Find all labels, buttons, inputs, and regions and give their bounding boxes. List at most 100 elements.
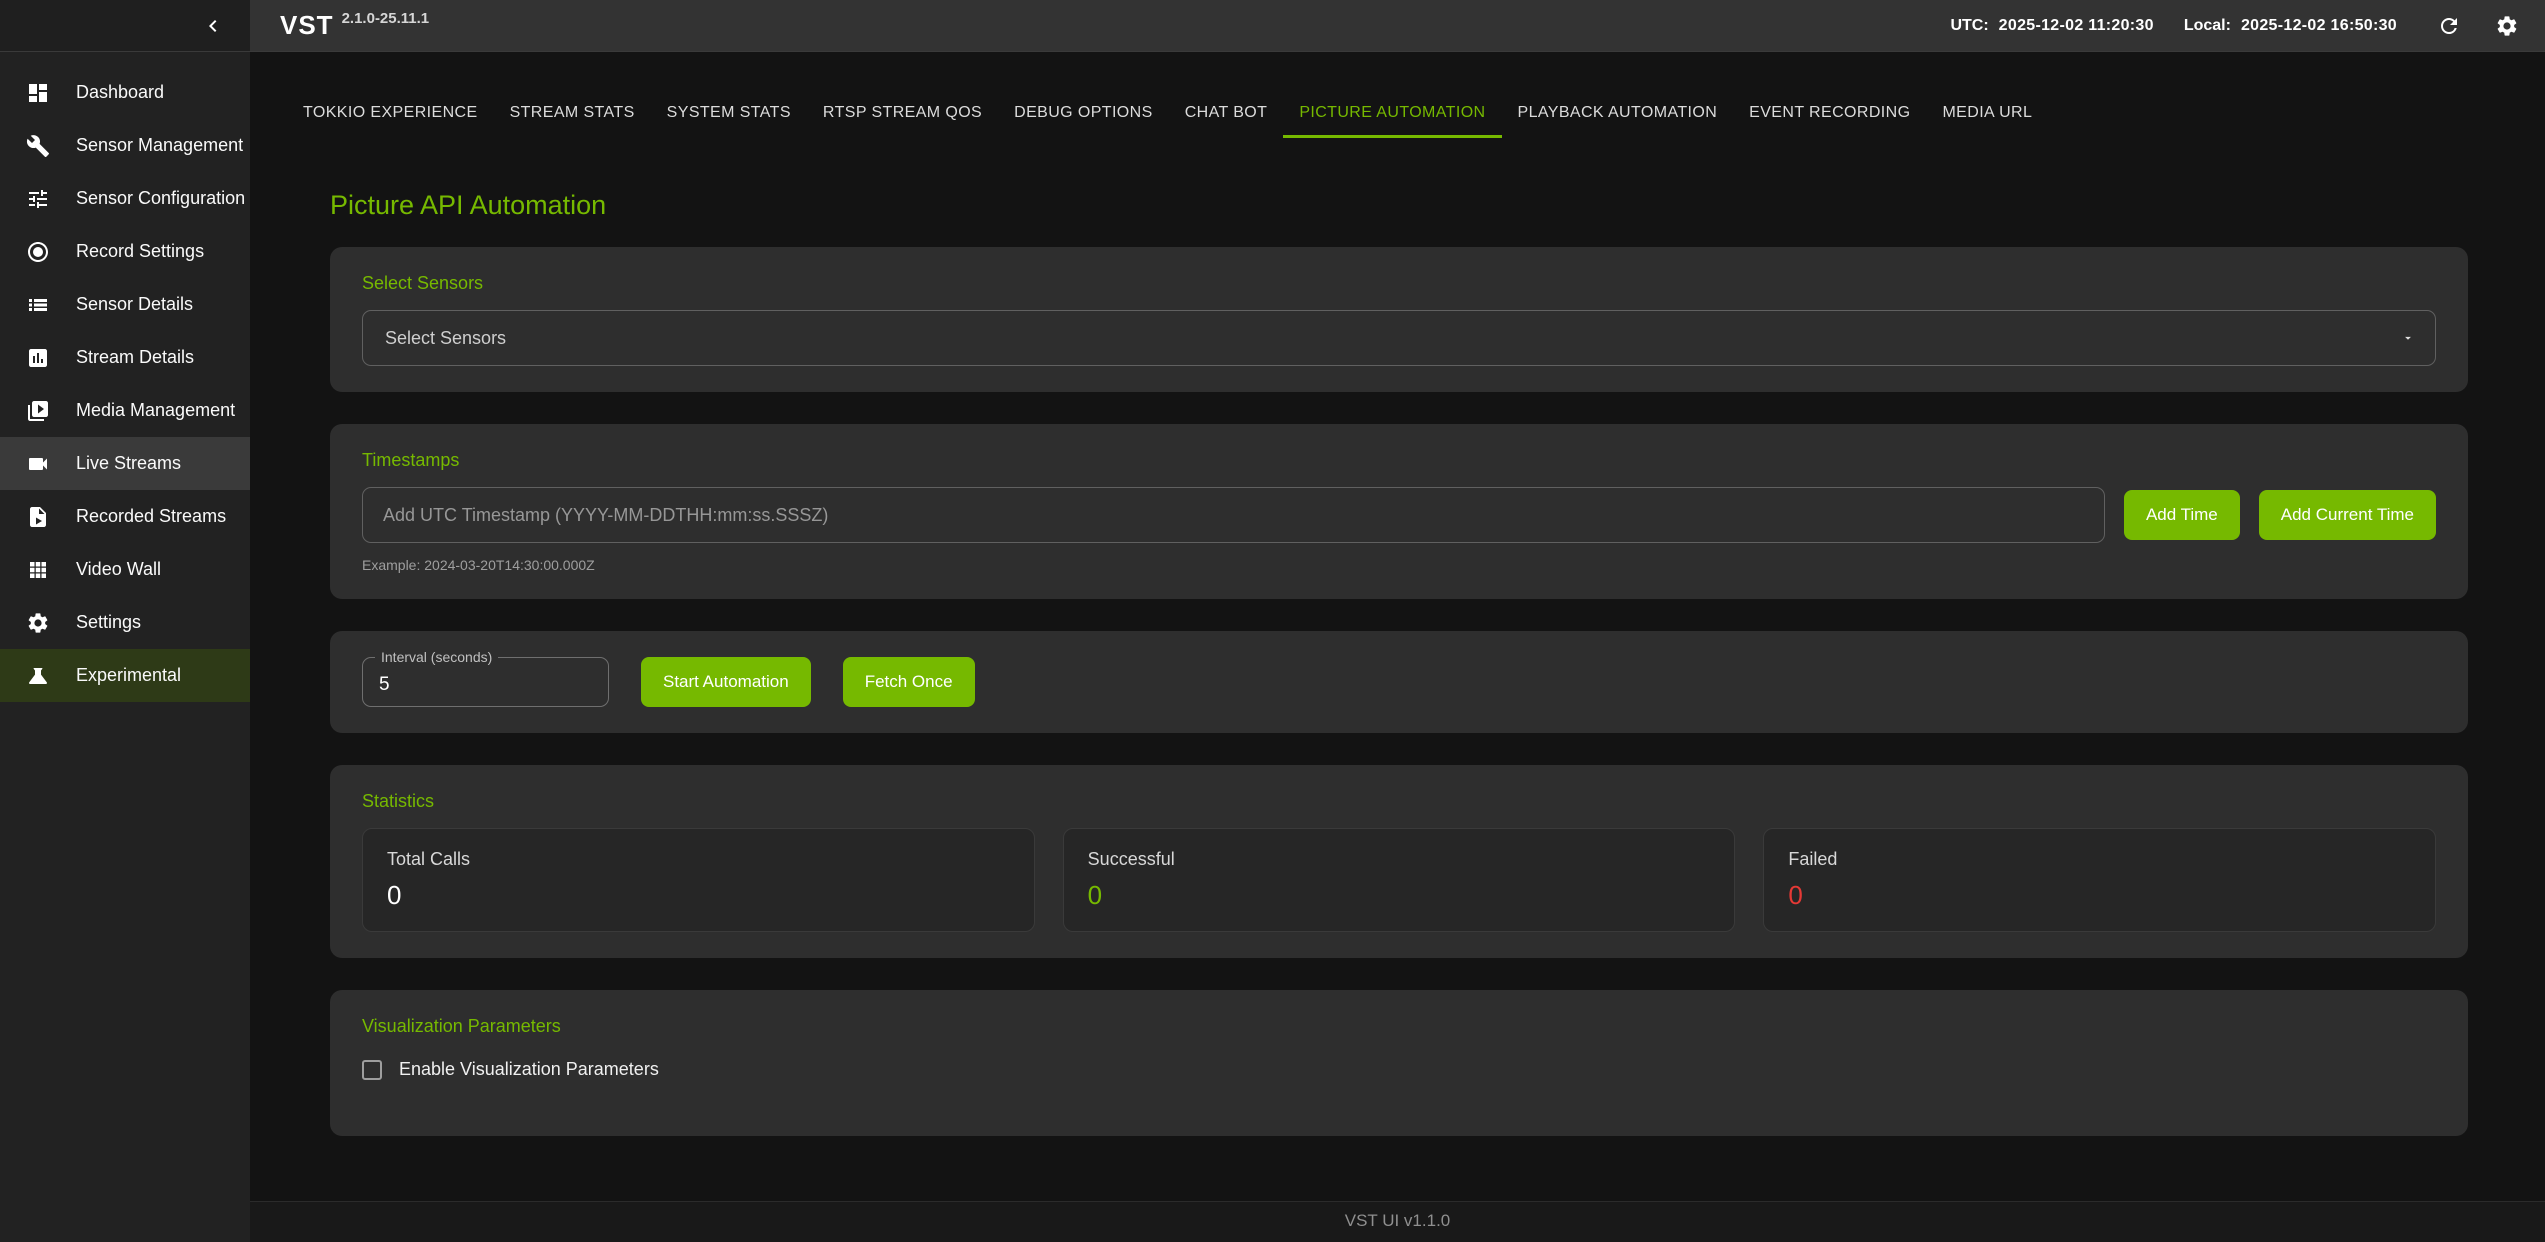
statistics-row: Total Calls 0 Successful 0 Failed 0 [362,828,2436,932]
footer: VST UI v1.1.0 [250,1201,2545,1242]
tab-bar: TOKKIO EXPERIENCE STREAM STATS SYSTEM ST… [287,90,2545,138]
sidebar-item-sensor-configuration[interactable]: Sensor Configuration [0,172,250,225]
local-clock: Local: 2025-12-02 16:50:30 [2184,17,2397,35]
gear-icon [26,611,50,635]
sidebar-item-label: Recorded Streams [76,506,226,527]
utc-clock: UTC: 2025-12-02 11:20:30 [1950,17,2153,35]
tab-debug-options[interactable]: DEBUG OPTIONS [998,90,1169,138]
sidebar-item-label: Video Wall [76,559,161,580]
sidebar: Dashboard Sensor Management Sensor Confi… [0,52,250,1242]
sidebar-item-label: Settings [76,612,141,633]
list-icon [26,293,50,317]
tab-tokkio-experience[interactable]: TOKKIO EXPERIENCE [287,90,494,138]
page-title: Picture API Automation [330,190,2468,221]
videocam-icon [26,452,50,476]
gear-icon[interactable] [2495,14,2519,38]
utc-value: 2025-12-02 11:20:30 [1999,17,2154,35]
tab-chat-bot[interactable]: CHAT BOT [1169,90,1284,138]
start-automation-button[interactable]: Start Automation [641,657,811,707]
statistics-label: Statistics [362,791,2436,812]
footer-version-text: VST UI v1.1.0 [1345,1211,1451,1230]
sidebar-item-recorded-streams[interactable]: Recorded Streams [0,490,250,543]
stat-label: Successful [1088,849,1711,870]
main-content: TOKKIO EXPERIENCE STREAM STATS SYSTEM ST… [250,52,2545,1242]
add-current-time-button[interactable]: Add Current Time [2259,490,2436,540]
stat-card-failed: Failed 0 [1763,828,2436,932]
sidebar-item-dashboard[interactable]: Dashboard [0,66,250,119]
app-header: VST 2.1.0-25.11.1 UTC: 2025-12-02 11:20:… [250,0,2545,51]
sidebar-item-label: Sensor Configuration [76,188,245,209]
stat-value: 0 [387,880,1010,911]
tab-rtsp-stream-qos[interactable]: RTSP STREAM QOS [807,90,998,138]
tab-playback-automation[interactable]: PLAYBACK AUTOMATION [1502,90,1734,138]
select-sensors-dropdown[interactable]: Select Sensors [362,310,2436,366]
chevron-left-icon [201,14,225,38]
stat-label: Total Calls [387,849,1010,870]
flask-icon [26,664,50,688]
interval-field: Interval (seconds) [362,657,609,707]
grid-icon [26,558,50,582]
select-sensors-label: Select Sensors [362,273,2436,294]
select-sensors-value: Select Sensors [385,328,506,349]
timestamp-input[interactable] [362,487,2105,543]
record-circle-icon [26,240,50,264]
stat-card-successful: Successful 0 [1063,828,1736,932]
video-library-icon [26,399,50,423]
sidebar-item-video-wall[interactable]: Video Wall [0,543,250,596]
timestamps-row: Add Time Add Current Time [362,487,2436,543]
sidebar-item-live-streams[interactable]: Live Streams [0,437,250,490]
sidebar-item-label: Live Streams [76,453,181,474]
sidebar-item-label: Sensor Details [76,294,193,315]
app-window: VST 2.1.0-25.11.1 UTC: 2025-12-02 11:20:… [0,0,2545,1242]
select-sensors-card: Select Sensors Select Sensors [330,247,2468,392]
add-time-button[interactable]: Add Time [2124,490,2240,540]
tab-stream-stats[interactable]: STREAM STATS [494,90,651,138]
stat-value: 0 [1088,880,1711,911]
local-value: 2025-12-02 16:50:30 [2241,17,2397,35]
collapse-sidebar-button[interactable] [196,9,230,43]
utc-label: UTC: [1950,17,1988,35]
stat-value: 0 [1788,880,2411,911]
sidebar-item-label: Dashboard [76,82,164,103]
chevron-down-icon [2401,331,2415,345]
top-bar: VST 2.1.0-25.11.1 UTC: 2025-12-02 11:20:… [0,0,2545,52]
app-version: 2.1.0-25.11.1 [342,10,430,27]
sidebar-item-label: Experimental [76,665,181,686]
sidebar-item-media-management[interactable]: Media Management [0,384,250,437]
sidebar-item-experimental[interactable]: Experimental [0,649,250,702]
timestamps-card: Timestamps Add Time Add Current Time Exa… [330,424,2468,599]
wrench-icon [26,134,50,158]
fetch-once-button[interactable]: Fetch Once [843,657,975,707]
sidebar-item-settings[interactable]: Settings [0,596,250,649]
enable-visualization-label: Enable Visualization Parameters [399,1059,659,1080]
local-label: Local: [2184,17,2231,35]
sidebar-item-record-settings[interactable]: Record Settings [0,225,250,278]
tune-sliders-icon [26,187,50,211]
tab-system-stats[interactable]: SYSTEM STATS [651,90,807,138]
enable-visualization-checkbox[interactable] [362,1060,382,1080]
sidebar-item-label: Sensor Management [76,135,243,156]
visualization-card: Visualization Parameters Enable Visualiz… [330,990,2468,1136]
interval-field-label: Interval (seconds) [375,649,498,665]
sidebar-item-stream-details[interactable]: Stream Details [0,331,250,384]
stat-card-total-calls: Total Calls 0 [362,828,1035,932]
video-file-icon [26,505,50,529]
sidebar-item-label: Record Settings [76,241,204,262]
sidebar-item-label: Media Management [76,400,235,421]
tab-media-url[interactable]: MEDIA URL [1926,90,2048,138]
bar-chart-icon [26,346,50,370]
tab-picture-automation[interactable]: PICTURE AUTOMATION [1283,90,1501,138]
tab-event-recording[interactable]: EVENT RECORDING [1733,90,1926,138]
sidebar-item-sensor-management[interactable]: Sensor Management [0,119,250,172]
sidebar-item-sensor-details[interactable]: Sensor Details [0,278,250,331]
interval-input[interactable] [363,658,608,706]
visualization-label: Visualization Parameters [362,1016,2436,1037]
interval-card: Interval (seconds) Start Automation Fetc… [330,631,2468,733]
app-title: VST [280,10,334,41]
refresh-icon[interactable] [2437,14,2461,38]
dashboard-icon [26,81,50,105]
statistics-card: Statistics Total Calls 0 Successful 0 Fa… [330,765,2468,958]
interval-row: Interval (seconds) Start Automation Fetc… [362,657,2436,707]
visualization-checkbox-row: Enable Visualization Parameters [362,1059,2436,1110]
sidebar-item-label: Stream Details [76,347,194,368]
